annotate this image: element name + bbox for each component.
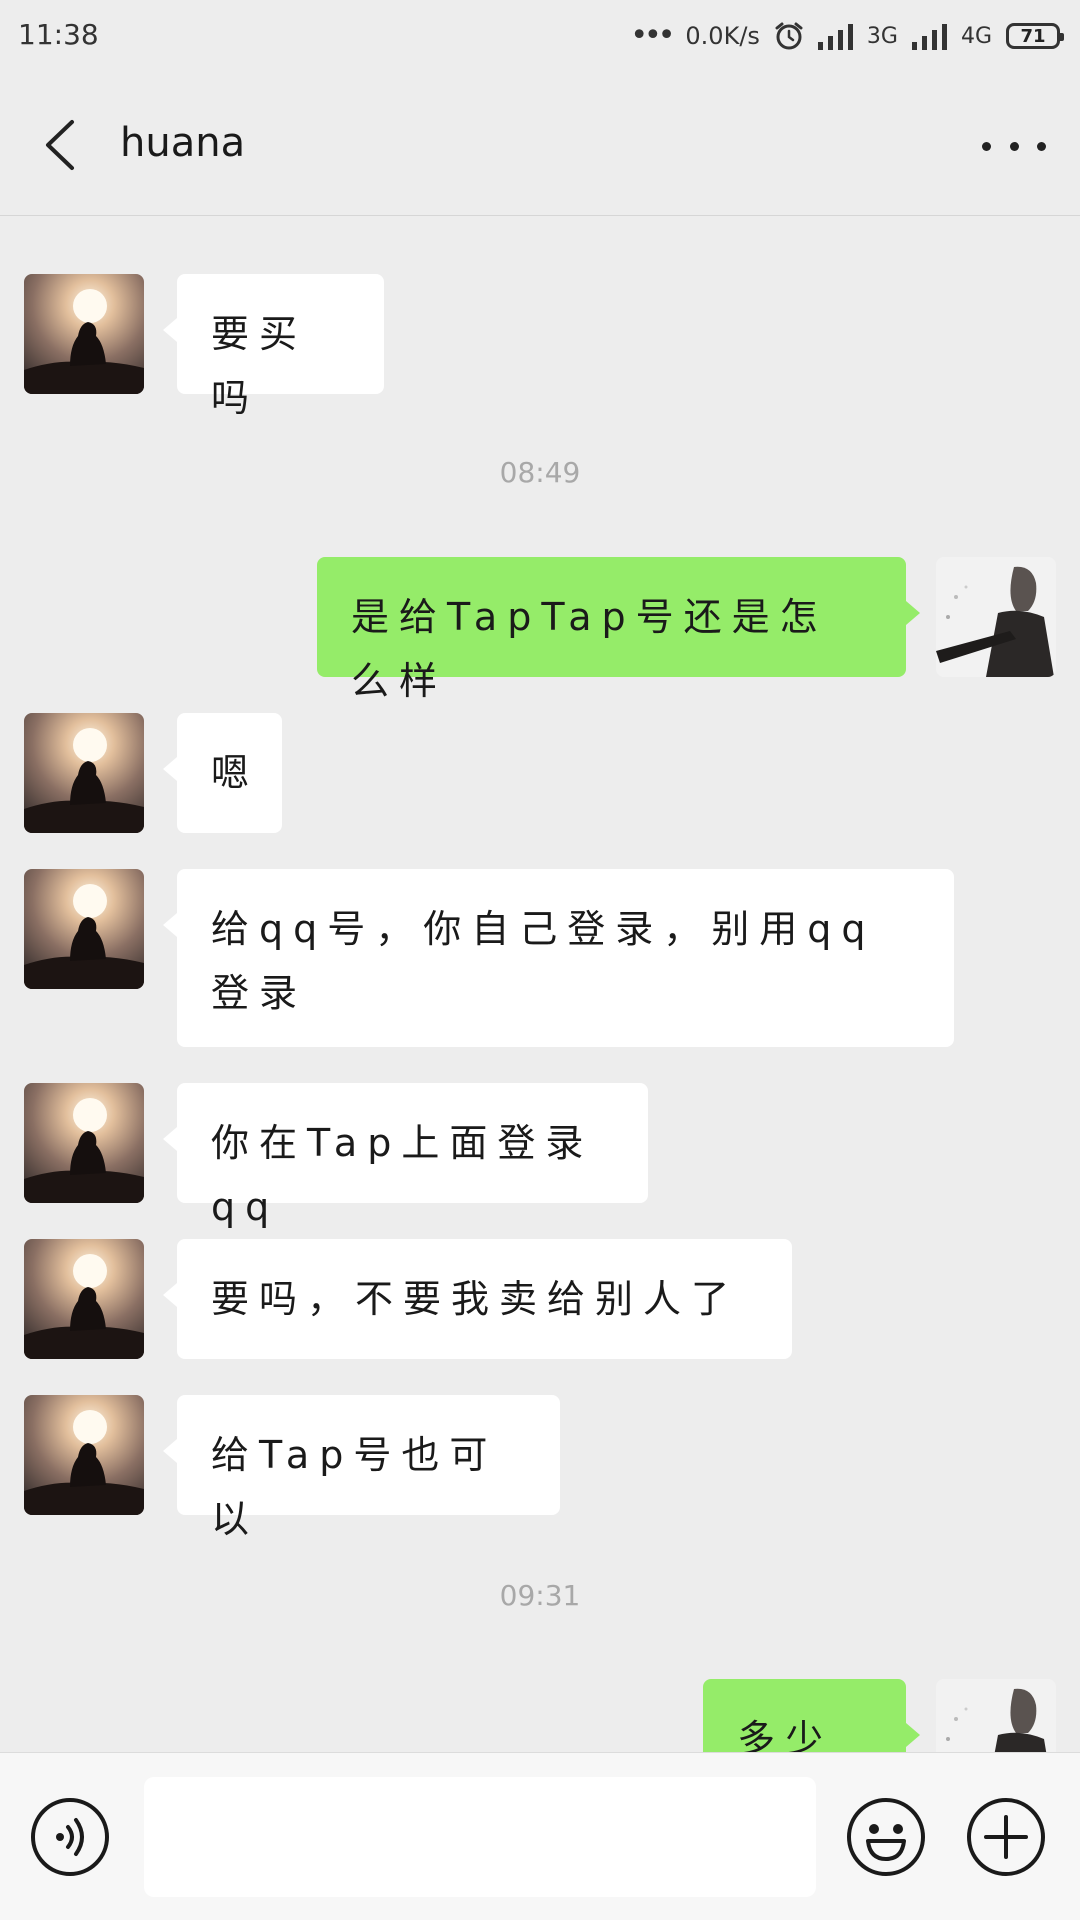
battery-level: 71 <box>1020 25 1046 47</box>
incoming-message[interactable]: 嗯 <box>163 713 282 833</box>
chat-title: huana <box>120 120 246 166</box>
signal-icon <box>911 22 947 50</box>
emoji-button[interactable] <box>846 1797 926 1877</box>
notification-dots: ••• <box>630 18 675 53</box>
avatar[interactable] <box>936 1679 1056 1752</box>
voice-button[interactable] <box>30 1797 110 1877</box>
status-bar: 11:38 ••• 0.0K/s 3G 4G 71 <box>0 0 1080 72</box>
soldier-avatar-icon <box>936 557 1056 677</box>
avatar[interactable] <box>24 1395 144 1515</box>
incoming-message[interactable]: 给qq号，你自己登录，别用qq登录 <box>163 869 954 1047</box>
incoming-message[interactable]: 你在Tap上面登录qq <box>163 1083 648 1229</box>
message-timestamp: 08:49 <box>499 456 581 489</box>
message-text: 要吗，不要我卖给别人了 <box>211 1277 740 1321</box>
plus-icon <box>967 1798 1045 1876</box>
message-text: 嗯 <box>211 751 260 795</box>
emoji-icon <box>847 1798 925 1876</box>
sunset-avatar-icon <box>24 713 144 833</box>
chat-header: huana <box>0 72 1080 216</box>
chevron-left-icon <box>46 120 74 170</box>
status-time: 11:38 <box>18 18 99 51</box>
message-text: 给qq号，你自己登录，别用qq登录 <box>211 907 876 1015</box>
signal-icon <box>817 22 853 50</box>
incoming-message[interactable]: 要吗，不要我卖给别人了 <box>163 1239 792 1359</box>
avatar[interactable] <box>24 1239 144 1359</box>
avatar[interactable] <box>24 274 144 394</box>
more-dots-icon <box>982 141 991 151</box>
message-input[interactable] <box>144 1777 816 1897</box>
message-timestamp: 09:31 <box>499 1579 581 1612</box>
network-speed: 0.0K/s <box>685 22 760 50</box>
avatar[interactable] <box>24 869 144 989</box>
alarm-clock-icon <box>775 22 803 50</box>
sunset-avatar-icon <box>24 1395 144 1515</box>
incoming-message[interactable]: 给Tap号也可以 <box>163 1395 560 1541</box>
soldier-avatar-icon <box>936 1679 1056 1752</box>
more-options-button[interactable] <box>982 128 1046 164</box>
outgoing-message[interactable]: 是给TapTap号还是怎么样 <box>317 557 920 703</box>
sunset-avatar-icon <box>24 869 144 989</box>
outgoing-message[interactable]: 多少钱 <box>703 1679 920 1752</box>
avatar[interactable] <box>936 557 1056 677</box>
avatar[interactable] <box>24 1083 144 1203</box>
message-text: 多少钱 <box>737 1717 834 1752</box>
battery-icon: 71 <box>1006 23 1064 49</box>
message-text: 要买吗 <box>211 312 308 420</box>
incoming-message[interactable]: 要买吗 <box>163 274 384 420</box>
input-bar <box>0 1752 1080 1920</box>
network-type-1: 3G <box>866 23 898 49</box>
status-icons: ••• 0.0K/s 3G 4G 71 <box>630 16 1064 56</box>
back-button[interactable] <box>36 112 86 178</box>
network-type-2: 4G <box>960 23 992 49</box>
message-list[interactable]: 要买吗 08:49 是给TapTap号还是怎么样 嗯 给qq号，你自己登录，别用… <box>0 216 1080 1752</box>
sunset-avatar-icon <box>24 1239 144 1359</box>
avatar[interactable] <box>24 713 144 833</box>
message-text: 是给TapTap号还是怎么样 <box>351 595 828 703</box>
message-text: 给Tap号也可以 <box>211 1433 498 1541</box>
sunset-avatar-icon <box>24 274 144 394</box>
voice-icon <box>31 1798 109 1876</box>
sunset-avatar-icon <box>24 1083 144 1203</box>
more-functions-button[interactable] <box>966 1797 1046 1877</box>
message-text: 你在Tap上面登录qq <box>211 1121 594 1229</box>
